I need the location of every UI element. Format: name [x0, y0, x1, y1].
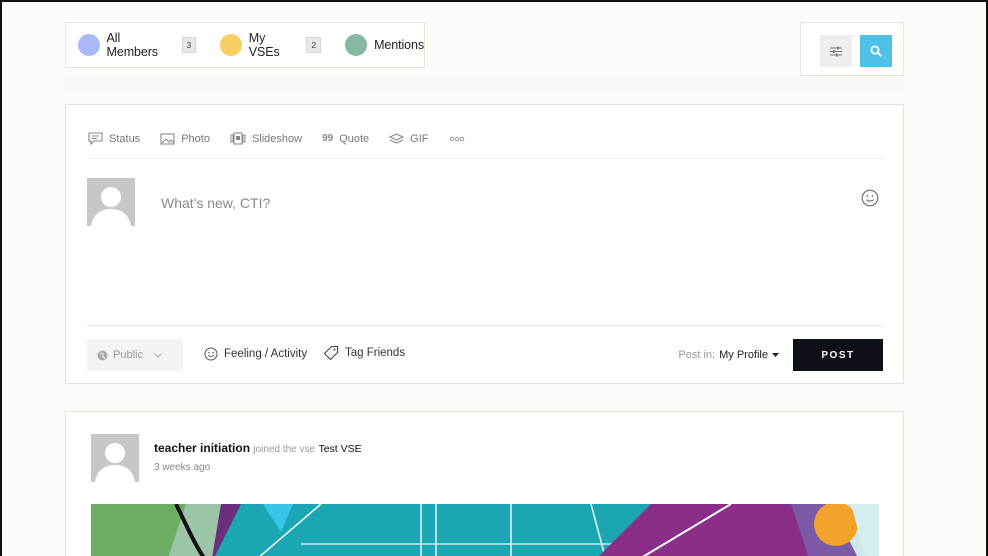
post-in-value: My Profile — [719, 349, 768, 361]
post-button[interactable]: POST — [793, 339, 883, 371]
post-composer: Status Photo Slideshow 99 Quote GIF What… — [65, 104, 904, 384]
tab-mentions[interactable]: Mentions — [345, 34, 424, 56]
post-type-photo[interactable]: Photo — [160, 133, 210, 145]
slideshow-icon — [230, 132, 246, 145]
feeling-activity-button[interactable]: Feeling / Activity — [204, 347, 307, 361]
composer-avatar — [87, 178, 135, 226]
default-user-icon — [91, 187, 131, 226]
tag-friends-label: Tag Friends — [345, 347, 406, 359]
caret-down-icon — [772, 353, 779, 357]
post-type-slideshow[interactable]: Slideshow — [230, 132, 302, 145]
post-type-label: Slideshow — [251, 132, 303, 145]
feeling-label: Feeling / Activity — [224, 348, 308, 360]
app-frame: All Members 3 My VSEs 2 Mentions Status … — [0, 0, 988, 556]
activity-item: teacher initiation joined the vse Test V… — [65, 411, 904, 556]
emoji-button[interactable] — [861, 189, 879, 212]
toolbar — [800, 22, 904, 76]
activity-filter-tabs: All Members 3 My VSEs 2 Mentions — [65, 22, 425, 68]
tab-my-vses[interactable]: My VSEs 2 — [220, 31, 322, 59]
chevron-down-icon — [154, 353, 162, 358]
tab-all-members[interactable]: All Members 3 — [78, 31, 197, 59]
my-vses-icon — [220, 34, 242, 56]
tab-label: Mentions — [374, 38, 424, 52]
subbar — [65, 76, 904, 94]
tab-count: 2 — [306, 37, 322, 53]
post-type-label: Status — [109, 132, 141, 145]
activity-cover-image[interactable] — [91, 504, 879, 556]
search-icon — [870, 45, 882, 57]
smiley-icon — [861, 189, 879, 207]
privacy-select[interactable]: Public — [87, 339, 183, 371]
post-type-gif[interactable]: GIF — [389, 132, 429, 145]
cover-illustration — [91, 504, 879, 556]
activity-header: teacher initiation joined the vse Test V… — [154, 441, 362, 455]
post-type-label: GIF — [410, 132, 429, 145]
post-type-quote[interactable]: 99 Quote — [322, 133, 369, 145]
status-icon — [88, 132, 103, 145]
search-button[interactable] — [860, 35, 892, 67]
post-type-more[interactable] — [449, 136, 465, 142]
globe-icon — [97, 350, 108, 360]
tab-label: All Members — [106, 31, 159, 59]
gif-icon — [389, 132, 405, 144]
mentions-icon — [345, 34, 368, 56]
quote-icon: 99 — [322, 133, 334, 144]
tag-friends-button[interactable]: Tag Friends — [323, 345, 405, 361]
post-in-select[interactable]: My Profile — [719, 349, 779, 361]
activity-action: joined the vse — [253, 444, 316, 455]
tag-icon — [323, 345, 339, 361]
post-in-label: Post in: — [678, 349, 716, 361]
activity-timestamp: 3 weeks ago — [154, 462, 211, 473]
activity-avatar[interactable] — [91, 434, 139, 482]
filter-button[interactable] — [820, 35, 852, 67]
tab-count: 3 — [181, 37, 197, 53]
all-members-icon — [78, 34, 100, 56]
privacy-value: Public — [113, 349, 143, 361]
post-type-bar: Status Photo Slideshow 99 Quote GIF — [88, 127, 883, 159]
post-type-label: Photo — [181, 132, 210, 145]
activity-target-link[interactable]: Test VSE — [318, 443, 361, 455]
sliders-icon — [830, 46, 842, 56]
more-icon — [449, 136, 464, 141]
activity-user-link[interactable]: teacher initiation — [154, 441, 250, 455]
composer-footer: Public Feeling / Activity Tag Friends Po… — [87, 325, 883, 383]
tab-label: My VSEs — [248, 31, 280, 59]
smiley-icon — [204, 347, 218, 361]
post-in: Post in: My Profile — [678, 349, 779, 361]
post-type-label: Quote — [339, 132, 370, 145]
photo-icon — [160, 132, 175, 145]
post-type-status[interactable]: Status — [88, 132, 140, 145]
default-user-icon — [95, 443, 135, 482]
composer-input[interactable]: What's new, CTI? — [161, 195, 721, 215]
